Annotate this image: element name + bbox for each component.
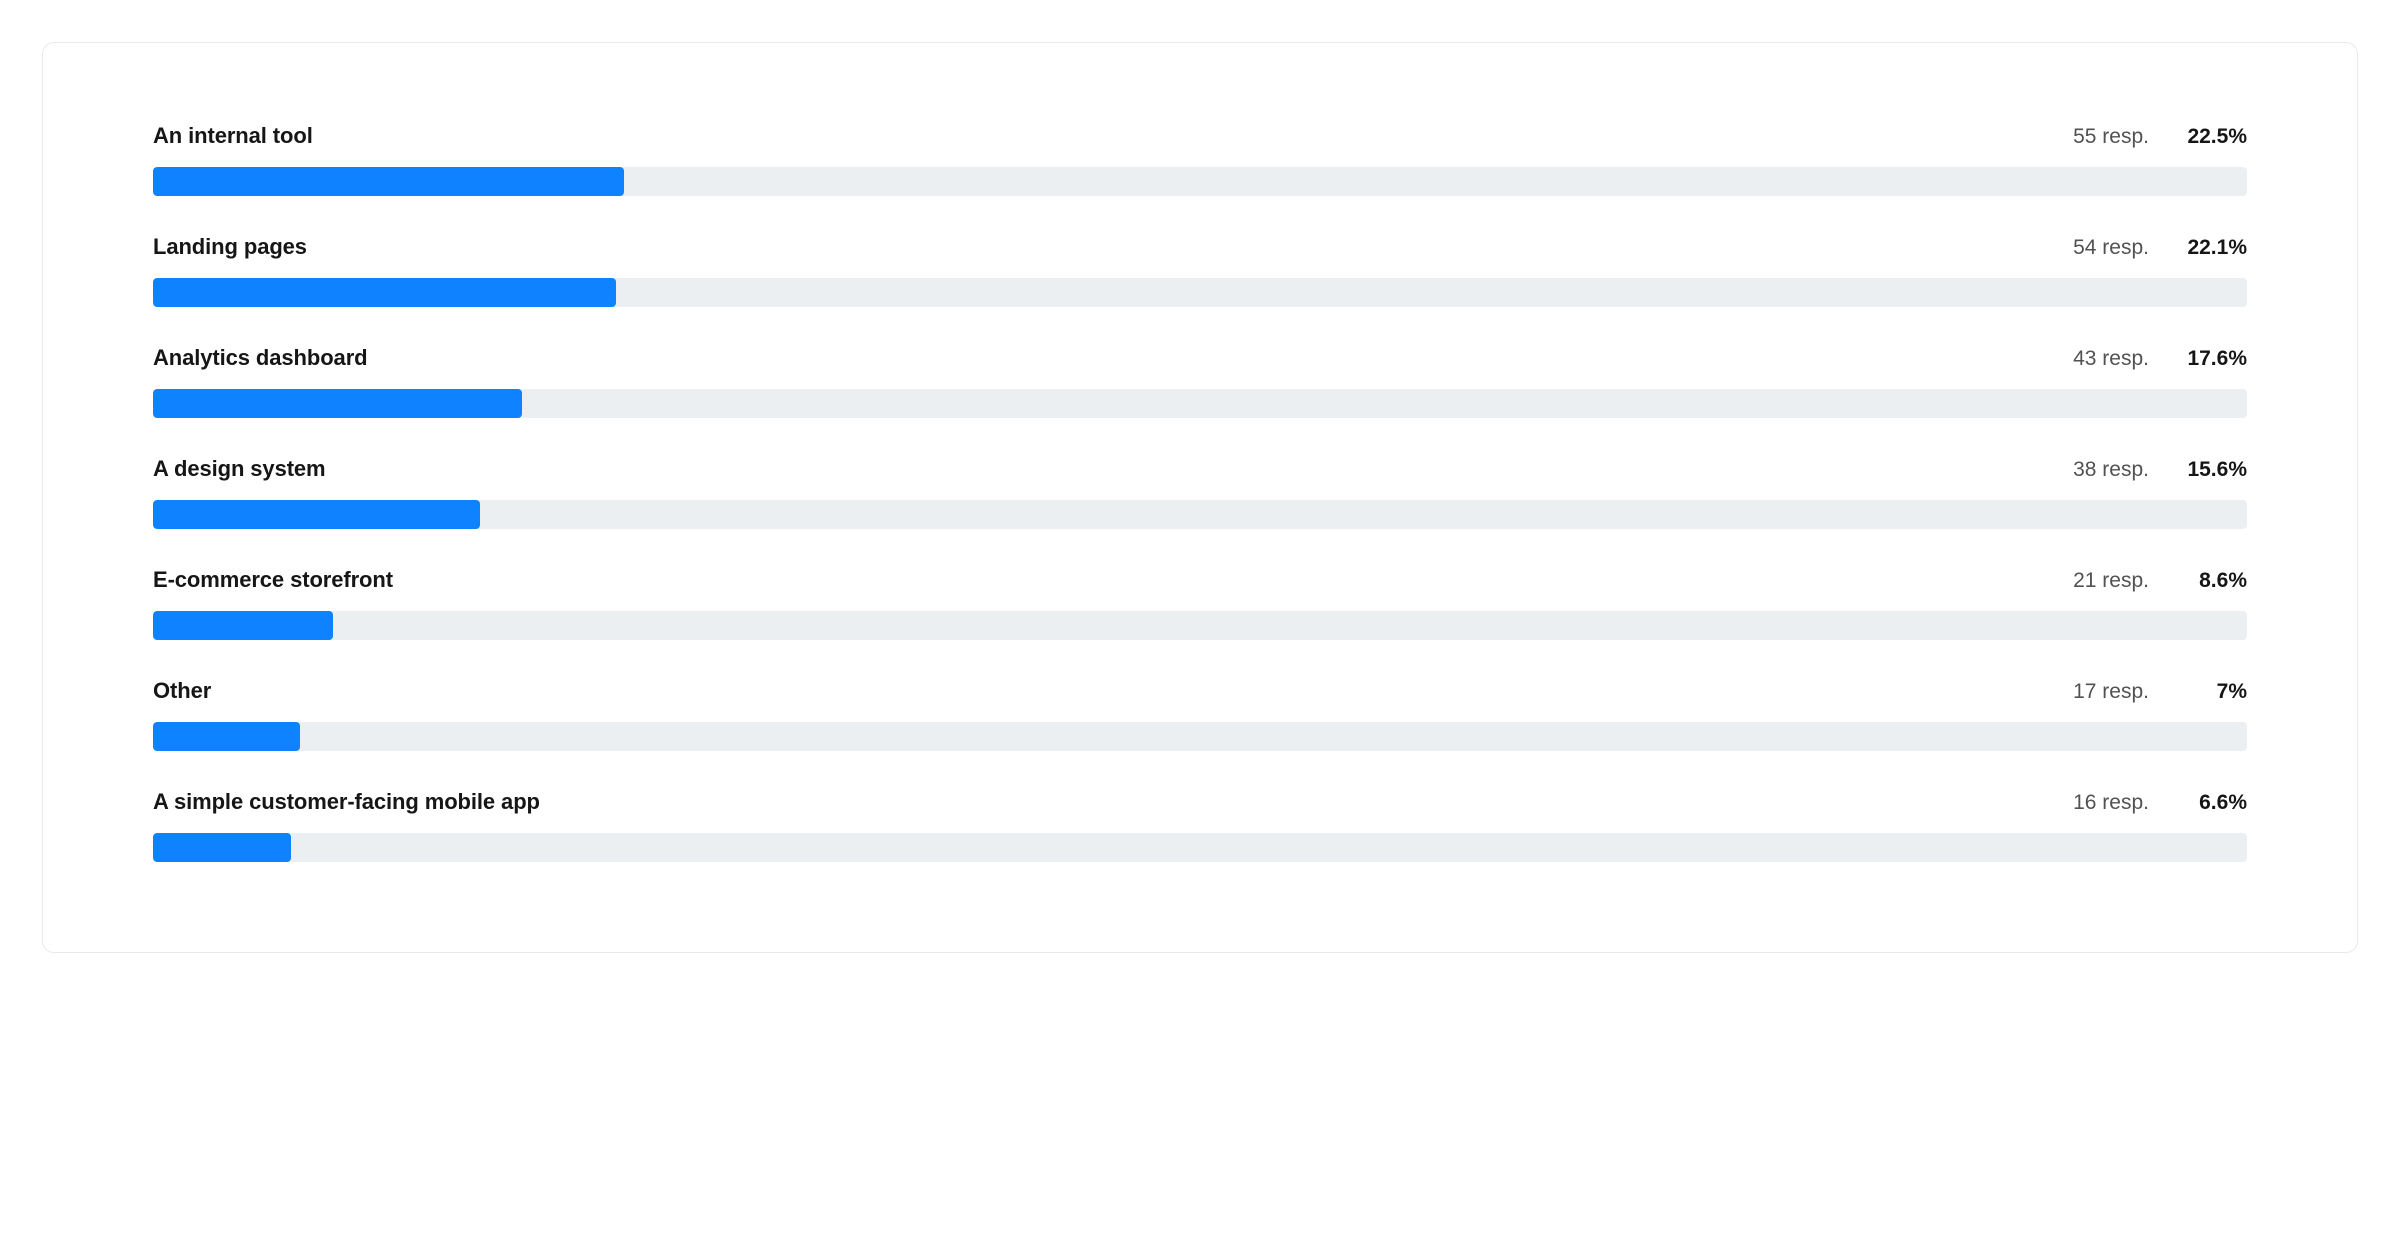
- result-respondents: 17 resp.: [2073, 680, 2149, 704]
- result-percent: 22.1%: [2177, 236, 2247, 260]
- bar-fill: [153, 722, 300, 751]
- bar-track: [153, 611, 2247, 640]
- bar-track: [153, 722, 2247, 751]
- result-meta: 21 resp. 8.6%: [2073, 569, 2247, 593]
- result-respondents: 54 resp.: [2073, 236, 2149, 260]
- result-meta: 16 resp. 6.6%: [2073, 791, 2247, 815]
- bar-track: [153, 167, 2247, 196]
- result-row: Landing pages 54 resp. 22.1%: [153, 234, 2247, 307]
- result-row: Other 17 resp. 7%: [153, 678, 2247, 751]
- result-label: A design system: [153, 456, 326, 482]
- result-label: A simple customer-facing mobile app: [153, 789, 540, 815]
- result-respondents: 16 resp.: [2073, 791, 2149, 815]
- result-meta: 54 resp. 22.1%: [2073, 236, 2247, 260]
- result-respondents: 38 resp.: [2073, 458, 2149, 482]
- result-respondents: 43 resp.: [2073, 347, 2149, 371]
- result-respondents: 21 resp.: [2073, 569, 2149, 593]
- result-row: A simple customer-facing mobile app 16 r…: [153, 789, 2247, 862]
- result-row-header: Analytics dashboard 43 resp. 17.6%: [153, 345, 2247, 371]
- result-percent: 22.5%: [2177, 125, 2247, 149]
- bar-track: [153, 278, 2247, 307]
- bar-fill: [153, 167, 624, 196]
- survey-results-card: An internal tool 55 resp. 22.5% Landing …: [42, 42, 2358, 953]
- result-row: Analytics dashboard 43 resp. 17.6%: [153, 345, 2247, 418]
- bar-fill: [153, 278, 616, 307]
- result-row: E-commerce storefront 21 resp. 8.6%: [153, 567, 2247, 640]
- result-meta: 38 resp. 15.6%: [2073, 458, 2247, 482]
- result-percent: 7%: [2177, 680, 2247, 704]
- result-label: An internal tool: [153, 123, 313, 149]
- result-row: An internal tool 55 resp. 22.5%: [153, 123, 2247, 196]
- result-percent: 6.6%: [2177, 791, 2247, 815]
- result-meta: 55 resp. 22.5%: [2073, 125, 2247, 149]
- result-row: A design system 38 resp. 15.6%: [153, 456, 2247, 529]
- result-row-header: Other 17 resp. 7%: [153, 678, 2247, 704]
- result-percent: 15.6%: [2177, 458, 2247, 482]
- result-percent: 8.6%: [2177, 569, 2247, 593]
- result-label: Other: [153, 678, 211, 704]
- result-row-header: A simple customer-facing mobile app 16 r…: [153, 789, 2247, 815]
- bar-fill: [153, 500, 480, 529]
- bar-track: [153, 389, 2247, 418]
- result-label: E-commerce storefront: [153, 567, 393, 593]
- result-row-header: Landing pages 54 resp. 22.1%: [153, 234, 2247, 260]
- result-row-header: An internal tool 55 resp. 22.5%: [153, 123, 2247, 149]
- result-respondents: 55 resp.: [2073, 125, 2149, 149]
- bar-fill: [153, 833, 291, 862]
- result-percent: 17.6%: [2177, 347, 2247, 371]
- bar-fill: [153, 611, 333, 640]
- bar-fill: [153, 389, 522, 418]
- result-meta: 17 resp. 7%: [2073, 680, 2247, 704]
- result-label: Landing pages: [153, 234, 307, 260]
- result-label: Analytics dashboard: [153, 345, 368, 371]
- result-row-header: A design system 38 resp. 15.6%: [153, 456, 2247, 482]
- bar-track: [153, 833, 2247, 862]
- bar-track: [153, 500, 2247, 529]
- result-row-header: E-commerce storefront 21 resp. 8.6%: [153, 567, 2247, 593]
- result-meta: 43 resp. 17.6%: [2073, 347, 2247, 371]
